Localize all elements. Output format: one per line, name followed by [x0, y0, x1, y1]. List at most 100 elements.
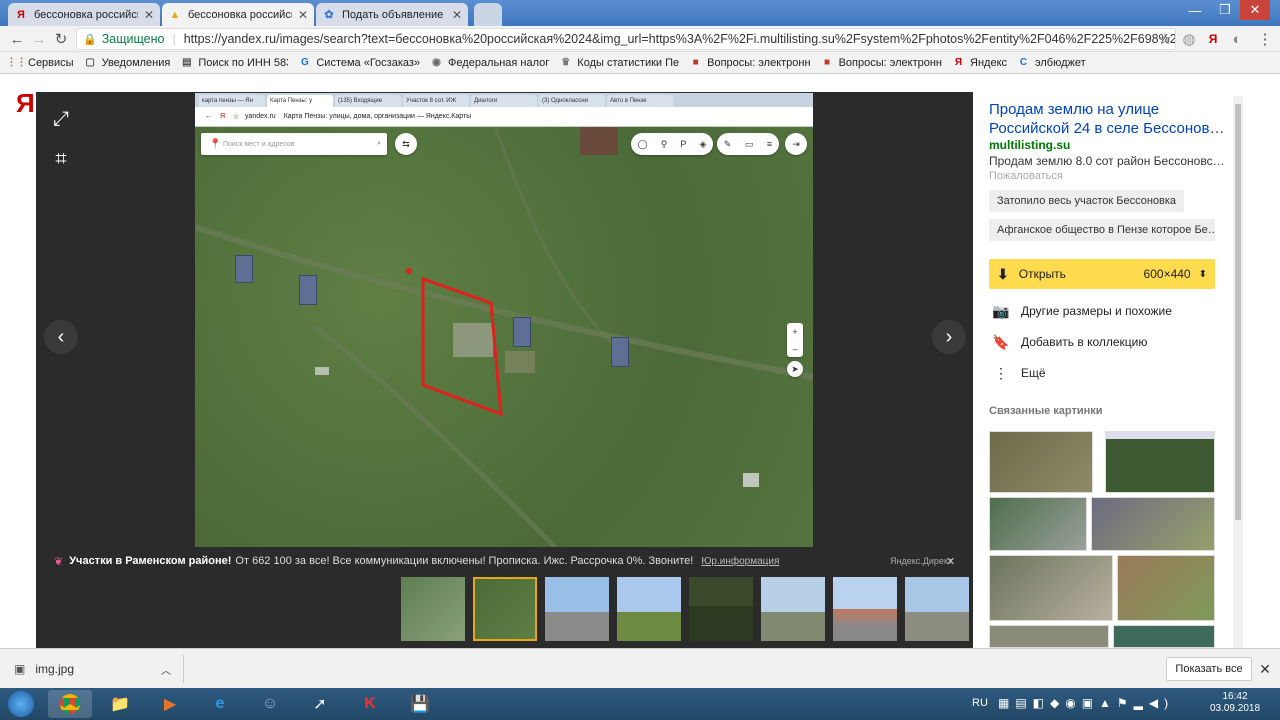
bookmark-9[interactable]: Cэлбюджет [1017, 56, 1086, 69]
flower-icon: ✿ [324, 9, 334, 21]
inner-tab: (3) Одноклассни [539, 95, 605, 107]
close-tab-icon[interactable]: ✕ [144, 8, 154, 22]
menu-icon[interactable]: ⋮ [1256, 30, 1274, 48]
add-to-collection-button[interactable]: 🔖 Добавить в коллекцию [989, 331, 1147, 353]
thumbnail-7[interactable] [905, 577, 969, 641]
bookmark-8[interactable]: Я Яндекс [952, 56, 1007, 69]
fullscreen-icon[interactable]: ⤢ [44, 102, 78, 136]
map-pin-icon: 📍 [209, 138, 222, 150]
close-viewer-icon[interactable]: ✕ [1250, 88, 1276, 114]
crop-icon[interactable]: ⌗ [44, 142, 78, 176]
next-image-button[interactable]: › [932, 320, 966, 354]
inner-title: Карта Пензы: улицы, дома, организации — … [283, 113, 472, 120]
size-select[interactable]: 600×440 [1144, 267, 1191, 281]
ad-close-icon[interactable]: ✕ [946, 555, 955, 568]
complain-link[interactable]: Пожаловаться [989, 170, 1063, 182]
folder-icon[interactable]: 📁 [98, 690, 142, 718]
media-player-icon[interactable]: ▶ [148, 690, 192, 718]
clock[interactable]: 16:42 03.09.2018 [1200, 691, 1270, 715]
reload-icon[interactable]: ↻ [52, 30, 70, 48]
related-image[interactable] [1117, 555, 1215, 621]
open-image-button[interactable]: ⬇ Открыть 600×440 ⬍ [989, 259, 1215, 289]
close-download-bar-icon[interactable]: ✕ [1256, 659, 1274, 679]
close-window-icon[interactable]: ✕ [1240, 0, 1270, 20]
forward-arrow-icon[interactable]: → [30, 30, 48, 48]
ad-banner[interactable]: ❦ Участки в Раменском районе! От 662 100… [36, 550, 973, 572]
bookmark-0[interactable]: ⋮⋮ Сервисы [10, 56, 74, 69]
yandex-logo: Я [16, 88, 35, 118]
satellite-map: 📍 Поиск мест и адресов ⌕ ⇆ ◯ ⚲ P ◈ ✎ ▭ ≡ ⇥ + –… [195, 127, 813, 547]
related-image[interactable] [989, 555, 1113, 621]
related-image[interactable] [1113, 625, 1215, 648]
document-icon: ▤ [182, 57, 192, 68]
thumbnail-0[interactable] [401, 577, 465, 641]
thumbnail-1[interactable] [473, 577, 537, 641]
bookmark-3[interactable]: G Система «Госзаказ» [298, 56, 420, 69]
yandex-extension-icon[interactable]: Я [1204, 30, 1222, 48]
more-button[interactable]: ⋮ Ещё [989, 362, 1046, 384]
more-vertical-icon: ⋮ [994, 364, 1008, 381]
apps-icon: ⋮⋮ [10, 57, 27, 68]
tray-icons[interactable]: ▦▤◧◆◉▣▲⚑▂◀) [998, 696, 1174, 710]
tab-1[interactable]: ▲ бессоновка российская ✕ [162, 3, 314, 26]
other-sizes-button[interactable]: 📷 Другие размеры и похожие [989, 300, 1172, 322]
minimize-icon[interactable]: — [1180, 0, 1210, 20]
thumbnail-2[interactable] [545, 577, 609, 641]
thumbnail-5[interactable] [761, 577, 825, 641]
tab-label: бессоновка российская [188, 8, 292, 21]
save-app-icon[interactable]: 💾 [398, 690, 442, 718]
related-image[interactable] [1091, 497, 1215, 551]
bookmark-6[interactable]: ■ Вопросы: электронн [689, 56, 811, 69]
back-arrow-icon[interactable]: ← [8, 30, 26, 48]
building [299, 275, 317, 305]
show-all-downloads-button[interactable]: Показать все [1166, 657, 1252, 681]
lock-icon: 🔒 [83, 33, 97, 46]
extension-icon[interactable]: ◐ [1228, 30, 1246, 48]
bookmark-5[interactable]: ♛ Коды статистики Пе [559, 56, 679, 69]
start-button[interactable] [4, 688, 38, 720]
kaspersky-icon[interactable]: K [348, 690, 392, 718]
tab-0[interactable]: Я бессоновка российская ✕ [8, 3, 160, 26]
bookmark-1[interactable]: ▢ Уведомления [84, 56, 170, 69]
source-domain-link[interactable]: multilisting.su [989, 138, 1070, 152]
inner-tab: Диалоги [471, 95, 537, 107]
ad-source: Яндекс.Директ [890, 556, 953, 566]
app-icon[interactable]: ☺ [248, 690, 292, 718]
thumbnail-6[interactable] [833, 577, 897, 641]
source-title-link[interactable]: Продам землю на улице Российской 24 в се… [989, 100, 1229, 138]
bookmark-2[interactable]: ▤ Поиск по ИНН 5834 [180, 56, 288, 69]
language-indicator[interactable]: RU [972, 697, 988, 709]
bookmark-7[interactable]: ■ Вопросы: электронн [821, 56, 942, 69]
close-tab-icon[interactable]: ✕ [452, 8, 462, 22]
download-bar: ▣ img.jpg ︿ Показать все ✕ [0, 648, 1280, 688]
windows-taskbar: 📁 ▶ e ☺ ➚ K 💾 RU ▦▤◧◆◉▣▲⚑▂◀) 16:42 03.09… [0, 688, 1280, 720]
extension-icon[interactable]: ◍ [1180, 30, 1198, 48]
bookmark-4[interactable]: ◉ Федеральная налог [430, 56, 549, 69]
thumbnail-4[interactable] [689, 577, 753, 641]
inner-tab: Карта Пензы: у [267, 95, 333, 107]
chrome-icon[interactable] [48, 690, 92, 718]
main-image[interactable]: карта пензы — Ян Карта Пензы: у (135) Вх… [195, 93, 813, 547]
ad-legal-link[interactable]: Юр.информация [701, 556, 779, 567]
arrow-app-icon[interactable]: ➚ [298, 690, 342, 718]
panel-scrollbar-thumb[interactable] [1235, 104, 1241, 520]
related-image[interactable] [989, 625, 1109, 648]
star-icon[interactable]: ☆ [1156, 30, 1174, 48]
chevron-up-icon[interactable]: ︿ [161, 662, 171, 677]
new-tab-button[interactable] [474, 3, 502, 26]
related-query-chip[interactable]: Афганское общество в Пензе которое Бе… [989, 219, 1215, 241]
related-image[interactable] [989, 431, 1093, 493]
thumbnail-3[interactable] [617, 577, 681, 641]
maximize-icon[interactable]: ❐ [1210, 0, 1240, 20]
related-image[interactable] [989, 497, 1087, 551]
internet-explorer-icon[interactable]: e [198, 690, 242, 718]
related-query-chip[interactable]: Затопило весь участок Бессоновка [989, 190, 1185, 212]
close-tab-icon[interactable]: ✕ [298, 8, 308, 22]
address-bar[interactable]: 🔒 Защищено | https://yandex.ru/images/se… [76, 28, 1176, 50]
inner-tab: карта пензы — Ян [199, 95, 265, 107]
related-image[interactable] [1105, 431, 1215, 493]
prev-image-button[interactable]: ‹ [44, 320, 78, 354]
ad-title[interactable]: Участки в Раменском районе! [69, 555, 231, 567]
download-item[interactable]: ▣ img.jpg ︿ [8, 655, 184, 683]
tab-2[interactable]: ✿ Подать объявление — С ✕ [316, 3, 468, 26]
